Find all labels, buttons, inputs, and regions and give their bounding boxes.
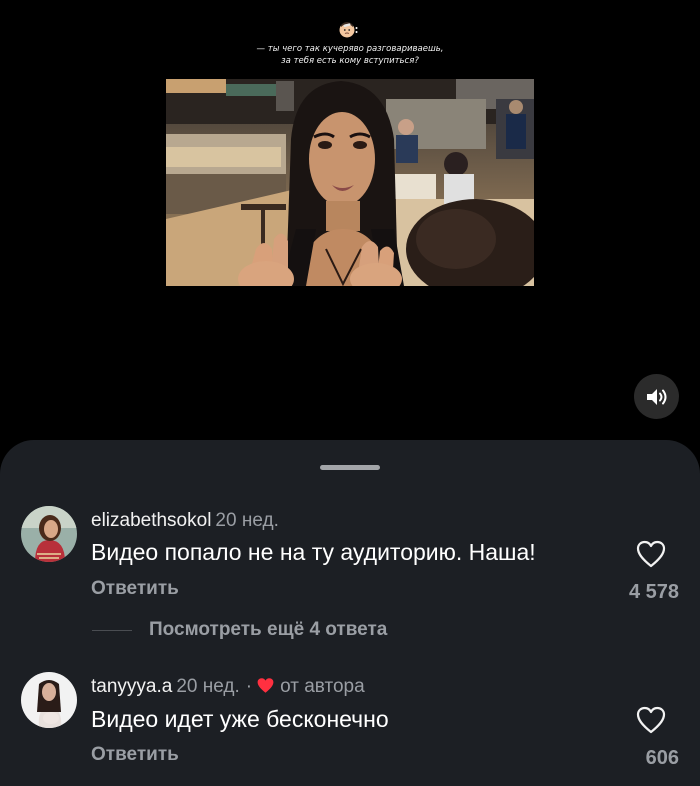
face-with-bandage-emoji-icon: [339, 20, 359, 40]
author-badge: от автора: [280, 676, 365, 697]
avatar-image-icon: [21, 506, 77, 562]
like-count: 606: [645, 747, 679, 769]
caption-line-1: — ты чего так кучеряво разговариваешь,: [256, 44, 444, 54]
comment-header: tanyyya.a 20 нед. · от автора: [91, 676, 365, 698]
comment-username[interactable]: tanyyya.a: [91, 676, 172, 697]
sound-toggle-button[interactable]: [634, 374, 679, 419]
video-player[interactable]: [166, 79, 534, 286]
like-heart-icon[interactable]: [636, 706, 666, 734]
like-heart-icon[interactable]: [636, 540, 666, 568]
video-frame-icon: [166, 79, 534, 286]
view-more-replies-label: Посмотреть ещё 4 ответа: [149, 619, 388, 640]
reply-button[interactable]: Ответить: [91, 744, 179, 766]
comment-text: Видео идет уже бесконечно: [91, 706, 389, 732]
reel-background: — ты чего так кучеряво разговариваешь, з…: [0, 0, 700, 445]
comments-sheet: elizabethsokol 20 нед. Видео попало не на…: [0, 440, 700, 786]
author-liked-heart-icon: [257, 678, 274, 693]
comment-text: Видео попало не на ту аудиторию. Наша!: [91, 539, 536, 565]
avatar-image-icon: [21, 672, 77, 728]
speaker-sound-icon: [646, 388, 666, 405]
reply-button[interactable]: Ответить: [91, 578, 179, 600]
caption-line-2: за тебя есть кому вступиться?: [281, 56, 419, 66]
comment-time: 20 нед.: [215, 510, 279, 531]
reel-caption: — ты чего так кучеряво разговариваешь, з…: [200, 43, 500, 67]
avatar[interactable]: [21, 672, 77, 728]
separator-dot: ·: [245, 676, 253, 697]
like-count: 4 578: [628, 581, 679, 603]
avatar[interactable]: [21, 506, 77, 562]
divider-line: [92, 629, 132, 631]
comment-time: 20 нед.: [176, 676, 240, 697]
sheet-grabber-handle[interactable]: [320, 465, 380, 470]
comment-username[interactable]: elizabethsokol: [91, 510, 211, 531]
view-more-replies-button[interactable]: Посмотреть ещё 4 ответа: [92, 618, 387, 642]
comment-header: elizabethsokol 20 нед.: [91, 510, 279, 532]
